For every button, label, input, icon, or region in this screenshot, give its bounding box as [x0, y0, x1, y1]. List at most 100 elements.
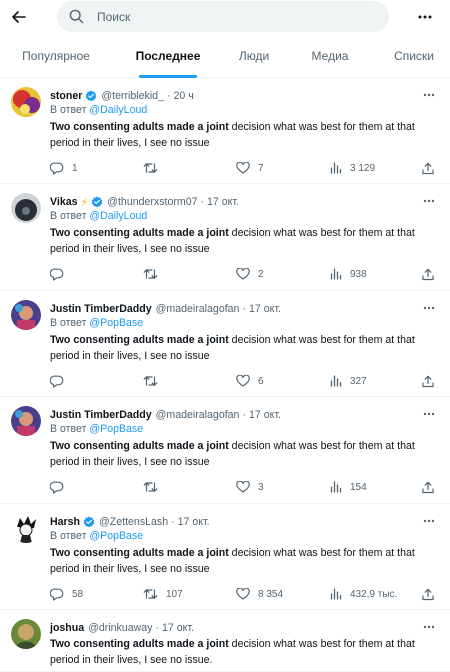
- tab-1[interactable]: Последнее: [124, 34, 212, 78]
- back-button[interactable]: [6, 4, 32, 30]
- avatar[interactable]: [11, 619, 41, 649]
- reply-mention-link[interactable]: @PopBase: [89, 423, 143, 435]
- tweet-text-bold: Two consenting adults made a joint: [50, 440, 229, 452]
- tweet-time[interactable]: 17 окт.: [178, 516, 210, 528]
- tweet[interactable]: Justin TimberDaddy @madeiralagofan · 17 окт…: [0, 397, 450, 504]
- tweet-text: Two consenting adults made a joint decis…: [50, 225, 430, 257]
- retweet-button[interactable]: [143, 160, 166, 176]
- avatar[interactable]: [11, 406, 41, 436]
- more-horizontal-icon: [423, 625, 435, 629]
- author-name[interactable]: Vikas: [50, 196, 78, 208]
- verified-badge-icon: [85, 90, 97, 102]
- avatar[interactable]: [11, 300, 41, 330]
- reply-icon: [50, 481, 64, 494]
- tweet-more-button[interactable]: [419, 88, 439, 102]
- share-button[interactable]: [422, 266, 434, 282]
- heart-icon: [236, 588, 250, 600]
- views-button[interactable]: 432,9 тыс.: [330, 586, 397, 602]
- avatar[interactable]: [11, 513, 41, 543]
- more-horizontal-icon: [423, 412, 435, 416]
- share-button[interactable]: [422, 586, 434, 602]
- reply-button[interactable]: [50, 266, 72, 282]
- reply-prefix: В ответ: [50, 104, 87, 116]
- share-button[interactable]: [422, 479, 434, 495]
- tweet-more-button[interactable]: [419, 407, 439, 421]
- tab-4[interactable]: Списки: [378, 34, 450, 78]
- author-name[interactable]: Justin TimberDaddy: [50, 409, 152, 421]
- tweet-text-bold: Two consenting adults made a joint: [50, 121, 229, 133]
- share-button[interactable]: [422, 373, 434, 389]
- tweet-more-button[interactable]: [419, 301, 439, 315]
- author-handle[interactable]: @ZettensLash: [99, 516, 168, 528]
- tab-3[interactable]: Медиа: [297, 34, 363, 78]
- reply-count: 58: [72, 588, 84, 600]
- analytics-icon: [330, 588, 342, 600]
- search-input[interactable]: [97, 1, 377, 32]
- tweet-more-button[interactable]: [419, 514, 439, 528]
- tweet-time[interactable]: 17 окт.: [249, 303, 281, 315]
- reply-mention-link[interactable]: @DailyLoud: [89, 104, 147, 116]
- tweet-time[interactable]: 17 окт.: [207, 196, 239, 208]
- author-handle[interactable]: @madeiralagofan: [156, 303, 240, 315]
- tweet[interactable]: stoner @terriblekid_ · 20 ч В ответ @DailyLo…: [0, 78, 450, 184]
- reply-button[interactable]: [50, 373, 72, 389]
- avatar[interactable]: [11, 193, 41, 223]
- author-handle[interactable]: @madeiralagofan: [156, 409, 240, 421]
- like-button[interactable]: 6: [236, 373, 264, 389]
- retweet-button[interactable]: [143, 266, 166, 282]
- author-handle[interactable]: @terriblekid_: [101, 90, 164, 102]
- like-button[interactable]: 7: [236, 160, 264, 176]
- reply-button[interactable]: 1: [50, 160, 78, 176]
- heart-icon: [236, 162, 250, 174]
- like-button[interactable]: 3: [236, 479, 264, 495]
- reply-context: В ответ @PopBase: [50, 423, 143, 435]
- like-button[interactable]: 8 354: [236, 586, 283, 602]
- avatar[interactable]: [11, 87, 41, 117]
- tweet-more-button[interactable]: [419, 620, 439, 634]
- reply-button[interactable]: [50, 479, 72, 495]
- search-box[interactable]: [57, 1, 389, 32]
- tweet[interactable]: Harsh @ZettensLash · 17 окт. В ответ @PopBas…: [0, 504, 450, 610]
- retweet-icon: [143, 162, 158, 174]
- retweet-button[interactable]: 107: [143, 586, 183, 602]
- views-button[interactable]: 938: [330, 266, 367, 282]
- tweet[interactable]: Justin TimberDaddy @madeiralagofan · 17 окт…: [0, 291, 450, 397]
- like-count: 6: [258, 375, 264, 387]
- tweet[interactable]: joshua @drinkuaway · 17 окт. Two consenting …: [0, 610, 450, 672]
- tweet-text-bold: Two consenting adults made a joint: [50, 638, 229, 650]
- views-button[interactable]: 154: [330, 479, 367, 495]
- reply-mention-link[interactable]: @PopBase: [89, 317, 143, 329]
- author-name[interactable]: joshua: [50, 622, 84, 634]
- verified-badge-icon: [83, 516, 95, 528]
- views-button[interactable]: 327: [330, 373, 367, 389]
- tweet-actions: 1 7 3 129: [50, 160, 440, 176]
- tweet-text: Two consenting adults made a joint decis…: [50, 545, 430, 577]
- author-handle[interactable]: @drinkuaway: [88, 622, 152, 634]
- tweet-time[interactable]: 17 окт.: [162, 622, 194, 634]
- reply-mention-link[interactable]: @DailyLoud: [89, 210, 147, 222]
- author-handle[interactable]: @thunderxstorm07: [107, 196, 197, 208]
- like-button[interactable]: 2: [236, 266, 264, 282]
- separator-dot: ·: [171, 516, 175, 528]
- analytics-icon: [330, 481, 342, 493]
- tweet[interactable]: Vikas ⚡ @thunderxstorm07 · 17 окт. В ответ @D…: [0, 184, 450, 291]
- share-button[interactable]: [422, 160, 434, 176]
- tab-2[interactable]: Люди: [226, 34, 282, 78]
- retweet-button[interactable]: [143, 479, 166, 495]
- views-button[interactable]: 3 129: [330, 160, 375, 176]
- more-options-button[interactable]: [412, 6, 438, 28]
- author-name[interactable]: Justin TimberDaddy: [50, 303, 152, 315]
- reply-mention-link[interactable]: @PopBase: [89, 530, 143, 542]
- tweet-time[interactable]: 17 окт.: [249, 409, 281, 421]
- reply-button[interactable]: 58: [50, 586, 83, 602]
- retweet-icon: [143, 481, 158, 493]
- retweet-icon: [143, 268, 158, 280]
- tweet-more-button[interactable]: [419, 194, 439, 208]
- reply-icon: [50, 588, 64, 601]
- lightning-emoji: ⚡: [80, 196, 89, 209]
- tweet-time[interactable]: 20 ч: [174, 90, 194, 102]
- retweet-button[interactable]: [143, 373, 166, 389]
- tab-0[interactable]: Популярное: [17, 34, 95, 78]
- author-name[interactable]: stoner: [50, 90, 82, 102]
- author-name[interactable]: Harsh: [50, 516, 80, 528]
